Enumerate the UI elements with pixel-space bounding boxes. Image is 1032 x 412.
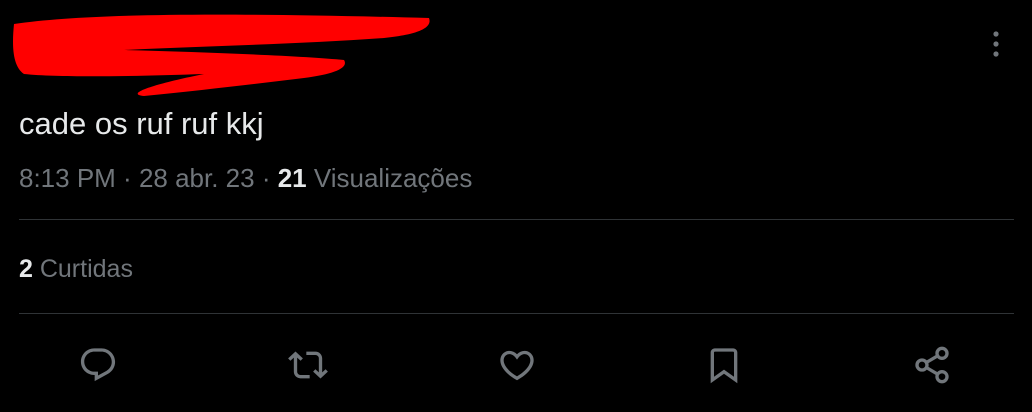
meta-separator: · [254, 163, 278, 193]
reply-icon [80, 348, 116, 382]
likes-label: Curtidas [32, 255, 133, 283]
likes-count: 2 [19, 255, 33, 283]
likes-link[interactable]: 2 Curtidas [19, 252, 133, 286]
bookmark-button[interactable] [702, 343, 746, 387]
redaction-scribble [13, 14, 430, 96]
views-label: Visualizações [306, 163, 473, 193]
retweet-icon [288, 351, 328, 379]
bookmark-icon [710, 348, 738, 384]
divider [19, 313, 1014, 314]
retweet-button[interactable] [286, 343, 330, 387]
tweet-text: cade os ruf ruf kkj [19, 106, 264, 141]
tweet-time[interactable]: 8:13 PM [19, 163, 116, 193]
divider [19, 219, 1014, 220]
share-button[interactable] [910, 343, 954, 387]
more-vertical-icon [993, 31, 999, 57]
more-options-button[interactable] [982, 28, 1010, 60]
meta-separator: · [115, 163, 139, 193]
share-icon [915, 346, 949, 384]
tweet-metadata: 8:13 PM · 28 abr. 23 · 21 Visualizações [19, 160, 472, 196]
views-count: 21 [277, 163, 307, 193]
heart-icon [500, 350, 534, 381]
tweet-date[interactable]: 28 abr. 23 [139, 163, 255, 193]
reply-button[interactable] [76, 343, 120, 387]
like-button[interactable] [495, 343, 539, 387]
